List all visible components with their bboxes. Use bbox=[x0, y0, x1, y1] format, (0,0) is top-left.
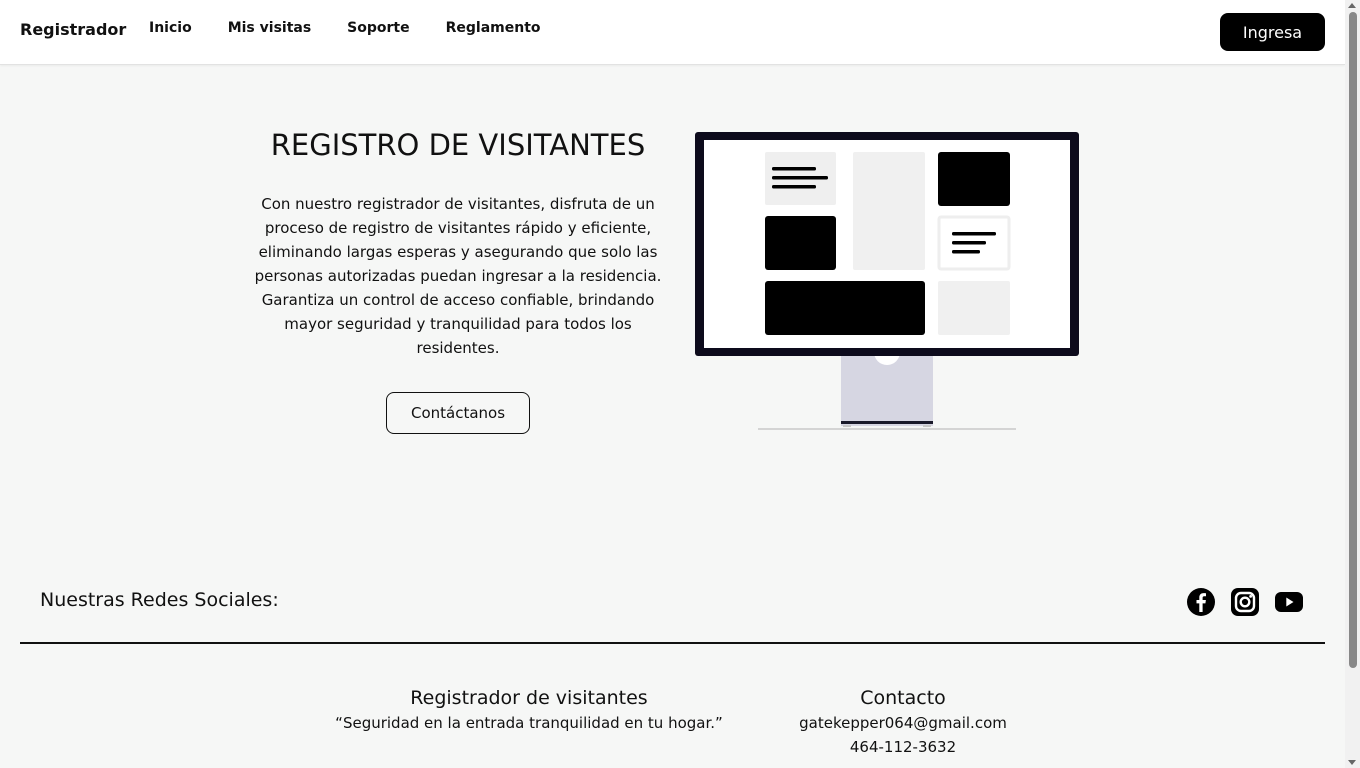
login-button[interactable]: Ingresa bbox=[1220, 13, 1325, 51]
hero-description: Con nuestro registrador de visitantes, d… bbox=[254, 195, 662, 357]
footer-tagline: “Seguridad en la entrada tranquilidad en… bbox=[335, 714, 723, 732]
instagram-icon[interactable] bbox=[1230, 587, 1260, 617]
facebook-icon[interactable] bbox=[1186, 587, 1216, 617]
footer-brand-heading: Registrador de visitantes bbox=[410, 687, 648, 709]
footer-divider bbox=[20, 642, 1325, 644]
nav-link-inicio[interactable]: Inicio bbox=[149, 20, 192, 36]
monitor-dashboard-illustration bbox=[695, 132, 1079, 432]
nav-link-mis-visitas[interactable]: Mis visitas bbox=[228, 20, 311, 36]
main-nav: Inicio Mis visitas Soporte Reglamento bbox=[149, 20, 577, 36]
contact-button[interactable]: Contáctanos bbox=[386, 392, 530, 434]
youtube-icon[interactable] bbox=[1274, 587, 1304, 617]
vertical-scrollbar[interactable] bbox=[1345, 0, 1360, 768]
top-navbar: Registrador Inicio Mis visitas Soporte R… bbox=[0, 0, 1345, 65]
footer-email[interactable]: gatekepper064@gmail.com bbox=[783, 711, 1023, 735]
footer-contact: Contacto gatekepper064@gmail.com 464-112… bbox=[783, 685, 1023, 759]
scroll-up-icon[interactable] bbox=[1348, 3, 1356, 8]
footer-phone: 464-112-3632 bbox=[849, 738, 957, 756]
hero-title: REGISTRO DE VISITANTES bbox=[270, 128, 646, 162]
scroll-down-icon[interactable] bbox=[1348, 760, 1356, 765]
social-icons bbox=[1186, 587, 1318, 617]
brand-logo[interactable]: Registrador bbox=[20, 20, 126, 39]
footer-about: Registrador de visitantes “Seguridad en … bbox=[329, 685, 729, 735]
scroll-thumb[interactable] bbox=[1349, 12, 1357, 668]
page: Registrador Inicio Mis visitas Soporte R… bbox=[0, 0, 1345, 768]
nav-link-reglamento[interactable]: Reglamento bbox=[446, 20, 541, 36]
nav-link-soporte[interactable]: Soporte bbox=[347, 20, 409, 36]
footer-contact-heading: Contacto bbox=[860, 687, 946, 709]
social-section-title: Nuestras Redes Sociales: bbox=[40, 589, 279, 611]
